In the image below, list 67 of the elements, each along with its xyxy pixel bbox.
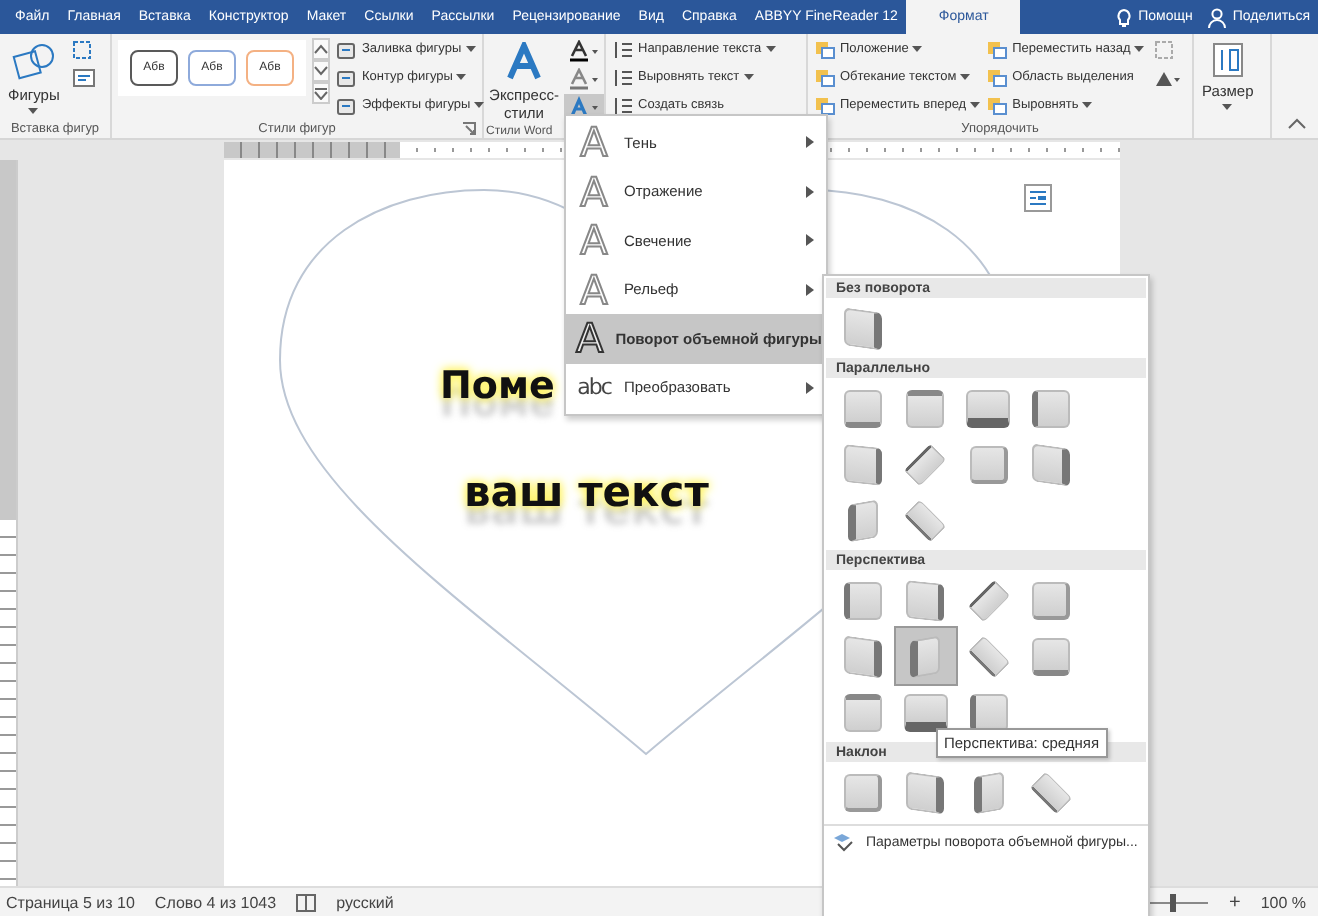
effect-glyph: A xyxy=(577,169,611,214)
zoom-in-button[interactable]: + xyxy=(1228,891,1241,913)
caret-icon xyxy=(1134,46,1145,52)
zoom-level[interactable]: 100 % xyxy=(1260,893,1306,911)
text-box-button[interactable] xyxy=(67,66,100,90)
more-button[interactable] xyxy=(312,82,330,104)
caret-icon xyxy=(912,46,923,52)
effect-glyph: A xyxy=(576,316,604,361)
collapse-ribbon-icon[interactable] xyxy=(1288,118,1306,130)
caret-icon xyxy=(1222,104,1233,110)
size-icon xyxy=(1211,42,1244,78)
command-icon xyxy=(814,39,836,59)
wordart-text: ваш текст xyxy=(464,468,709,516)
command-icon xyxy=(612,39,634,59)
scroll-up-button[interactable] xyxy=(312,38,330,60)
submenu-arrow-icon xyxy=(806,136,814,149)
command-icon xyxy=(336,67,358,87)
wordart-text: Поме xyxy=(440,364,555,408)
effect-glyph: A xyxy=(577,218,611,263)
layout-options-icon[interactable] xyxy=(1024,184,1052,212)
caret-icon xyxy=(28,108,39,114)
more-icon xyxy=(314,87,328,99)
command-icon xyxy=(986,39,1009,59)
page-count: Страница 5 из 10 xyxy=(6,893,135,911)
command-icon xyxy=(986,67,1009,87)
effect-glyph: A xyxy=(577,267,611,312)
shapes-icon xyxy=(11,42,56,82)
command-icon xyxy=(612,67,634,87)
rotation-preset[interactable] xyxy=(895,628,955,684)
text-fill-button[interactable] xyxy=(564,38,604,62)
shape-options-icon xyxy=(832,832,854,852)
text-outline-icon xyxy=(568,67,600,89)
text-fill-icon xyxy=(568,39,600,61)
submenu-arrow-icon xyxy=(806,234,814,247)
caret-icon xyxy=(474,102,485,108)
command-icon xyxy=(612,95,634,115)
caret-icon xyxy=(743,74,754,80)
caret-icon xyxy=(970,102,981,108)
zoom-slider-thumb[interactable] xyxy=(1170,893,1177,911)
effect-glyph: A xyxy=(577,120,611,165)
language-indicator[interactable]: русский xyxy=(336,893,394,911)
text-effects-icon xyxy=(568,95,600,117)
caret-icon xyxy=(1082,102,1093,108)
caret-icon xyxy=(765,46,776,52)
submenu-arrow-icon xyxy=(806,185,814,198)
submenu-arrow-icon xyxy=(806,381,814,394)
scroll-down-button[interactable] xyxy=(312,60,330,82)
caret-icon xyxy=(960,74,971,80)
command-icon xyxy=(814,67,836,87)
text-outline-button[interactable] xyxy=(564,66,604,90)
lightbulb-icon xyxy=(1116,7,1133,27)
proofing-icon[interactable] xyxy=(296,893,317,911)
submenu-arrow-icon xyxy=(806,283,814,296)
command-icon xyxy=(336,39,358,59)
caret-icon xyxy=(456,74,467,80)
chevron-down-icon xyxy=(314,66,328,76)
command-icon xyxy=(986,95,1009,115)
person-icon xyxy=(1208,7,1227,27)
effect-glyph: abc xyxy=(576,371,612,404)
text-box-icon xyxy=(71,68,96,88)
chevron-up-icon xyxy=(314,44,328,54)
caret-icon xyxy=(465,46,476,52)
wordart-a-icon xyxy=(504,42,544,82)
command-icon xyxy=(336,95,358,115)
dialog-launcher-icon[interactable] xyxy=(462,122,476,136)
group-objects-icon xyxy=(1154,40,1175,60)
word-count: Слово 4 из 1043 xyxy=(154,893,277,911)
